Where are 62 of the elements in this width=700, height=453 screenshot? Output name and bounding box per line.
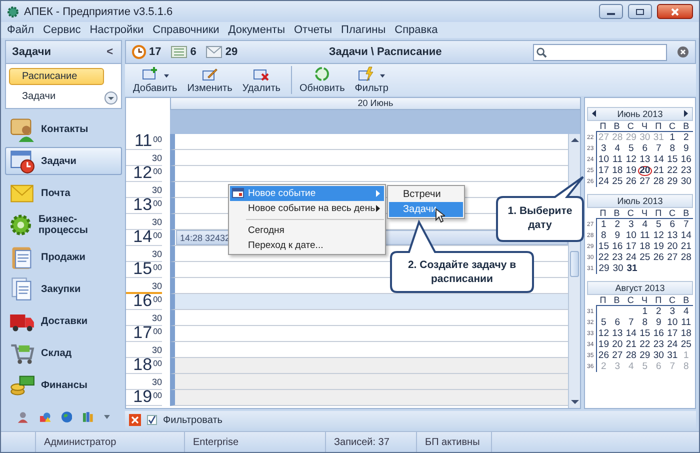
minute-label: 00	[153, 327, 162, 336]
minute-label: 00	[153, 231, 162, 240]
weekday-label: Ч	[640, 295, 648, 305]
minute-label: 30	[152, 313, 162, 323]
minute-label: 30	[152, 345, 162, 355]
panel-title: Задачи	[12, 46, 51, 58]
hour-label: 18	[133, 357, 152, 373]
weekday-label: С	[668, 208, 676, 218]
weekday-label: П	[654, 121, 663, 131]
minute-label: 30	[152, 377, 162, 387]
hour-label: 12	[133, 165, 152, 181]
weekday-label: П	[598, 121, 608, 131]
weekday-label: Ч	[640, 121, 648, 131]
weekday-label: П	[654, 208, 663, 218]
weekday-label: Ч	[640, 208, 648, 218]
weekday-label: П	[598, 208, 608, 218]
weekday-label: С	[626, 208, 635, 218]
filter-label: Фильтровать	[163, 414, 222, 426]
hour-label: 11	[134, 133, 152, 149]
month-title: Июнь 2013	[617, 109, 663, 119]
weekday-label: П	[654, 295, 663, 305]
weekday-label: С	[668, 295, 676, 305]
minute-label: 00	[153, 359, 162, 368]
hour-label: 13	[133, 197, 152, 213]
weekday-label: В	[612, 295, 621, 305]
weekday-label: В	[612, 121, 621, 131]
month-title: Август 2013	[615, 283, 665, 293]
counter-value: 6	[190, 46, 196, 58]
counter-value: 17	[149, 46, 162, 58]
weekday-label: П	[598, 295, 608, 305]
counter-value: 29	[225, 46, 238, 58]
minute-label: 00	[153, 391, 162, 400]
month-title: Июль 2013	[617, 196, 663, 206]
minute-label: 30	[152, 185, 162, 195]
minute-label: 00	[153, 263, 162, 272]
weekday-label: В	[682, 121, 690, 131]
weekday-label: С	[668, 121, 676, 131]
minute-label: 30	[152, 249, 162, 259]
minute-label: 00	[153, 199, 162, 208]
weekday-label: С	[626, 295, 635, 305]
minute-label: 30	[152, 281, 162, 291]
day-header: 20 Июнь	[170, 98, 580, 110]
weekday-label: С	[626, 121, 635, 131]
status-text: Администратор	[35, 432, 184, 452]
minute-label: 00	[153, 295, 162, 304]
status-text: БП активны	[416, 432, 491, 452]
status-text: Записей: 37	[325, 432, 416, 452]
breadcrumb-title: Задачи \ Расписание	[328, 46, 443, 58]
minute-label: 30	[152, 153, 162, 163]
hour-label: 17	[133, 325, 152, 341]
window-title: АПЕК - Предприятие v3.5.1.6	[24, 6, 174, 18]
minute-label: 30	[152, 217, 162, 227]
hour-label: 19	[133, 389, 152, 405]
minute-label: 00	[153, 167, 162, 176]
hour-label: 15	[133, 261, 152, 277]
minute-label: 00	[153, 135, 162, 144]
weekday-label: В	[682, 295, 690, 305]
weekday-label: В	[682, 208, 690, 218]
hour-label: 14	[133, 229, 152, 245]
hour-label: 16	[133, 293, 152, 309]
status-text: Enterprise	[184, 432, 325, 452]
weekday-label: В	[612, 208, 621, 218]
